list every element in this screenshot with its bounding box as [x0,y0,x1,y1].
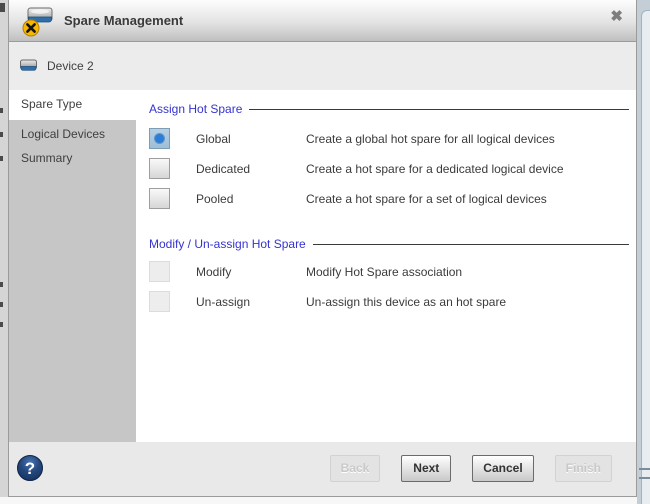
option-label: Pooled [196,192,306,206]
background-fragment [0,132,3,137]
heading-rule [313,244,629,245]
sidebar-item-spare-type[interactable]: Spare Type [9,90,136,120]
pooled-option-box[interactable] [149,188,170,209]
dialog-title: Spare Management [64,13,183,28]
footer-buttons: Back Next Cancel Finish [330,455,612,482]
background-fragment [0,282,3,287]
section-heading: Modify / Un-assign Hot Spare [149,237,629,251]
sidebar-steps-rest: Logical Devices Summary [9,120,136,442]
global-option-box[interactable] [149,128,170,149]
option-description: Create a hot spare for a dedicated logic… [306,162,564,176]
hdd-spare-tools-icon [21,5,55,37]
heading-rule [249,109,629,110]
next-button[interactable]: Next [401,455,451,482]
section-heading-label: Assign Hot Spare [149,102,242,116]
option-description: Create a hot spare for a set of logical … [306,192,547,206]
background-fragment [0,3,5,12]
wizard-steps-sidebar: Spare Type Logical Devices Summary [9,90,136,442]
unassign-option-box [149,291,170,312]
background-panel-edge [641,10,650,504]
spare-type-content: Assign Hot Spare Global Create a global … [136,90,636,442]
scroll-grip-line [639,468,650,470]
device-header: Device 2 [9,42,636,90]
background-fragment [0,322,3,327]
assign-hot-spare-section: Assign Hot Spare Global Create a global … [149,102,629,209]
device-label: Device 2 [47,59,94,73]
dialog-titlebar: Spare Management ✖ [9,0,636,42]
option-label: Global [196,132,306,146]
option-description: Create a global hot spare for all logica… [306,132,555,146]
dialog-body: Spare Type Logical Devices Summary Assig… [9,90,636,442]
background-fragment [0,156,3,161]
help-icon[interactable]: ? [17,455,43,481]
back-button: Back [330,455,381,482]
close-icon[interactable]: ✖ [610,9,623,24]
sidebar-item-logical-devices[interactable]: Logical Devices [9,123,136,147]
option-row-pooled: Pooled Create a hot spare for a set of l… [149,188,629,209]
modify-option-box [149,261,170,282]
modify-unassign-section: Modify / Un-assign Hot Spare Modify Modi… [149,237,629,312]
option-description: Modify Hot Spare association [306,265,462,279]
option-row-global: Global Create a global hot spare for all… [149,128,629,149]
background-page-left-strip [0,0,8,497]
option-label: Un-assign [196,295,306,309]
finish-button: Finish [555,455,612,482]
section-heading: Assign Hot Spare [149,102,629,116]
scroll-grip-line [639,477,650,479]
sidebar-item-summary[interactable]: Summary [9,147,136,171]
background-page-bottom-strip [0,497,637,504]
option-label: Modify [196,265,306,279]
option-description: Un-assign this device as an hot spare [306,295,506,309]
hdd-icon [19,58,39,74]
option-row-dedicated: Dedicated Create a hot spare for a dedic… [149,158,629,179]
dialog-footer: ? Back Next Cancel Finish [9,442,636,496]
option-row-unassign: Un-assign Un-assign this device as an ho… [149,291,629,312]
cancel-button[interactable]: Cancel [472,455,533,482]
spare-management-dialog: Spare Management ✖ Device 2 Spare Type L… [8,0,637,497]
background-fragment [0,302,3,307]
background-fragment [0,108,3,113]
dedicated-option-box[interactable] [149,158,170,179]
section-heading-label: Modify / Un-assign Hot Spare [149,237,306,251]
option-label: Dedicated [196,162,306,176]
option-row-modify: Modify Modify Hot Spare association [149,261,629,282]
selected-dot [155,134,164,143]
